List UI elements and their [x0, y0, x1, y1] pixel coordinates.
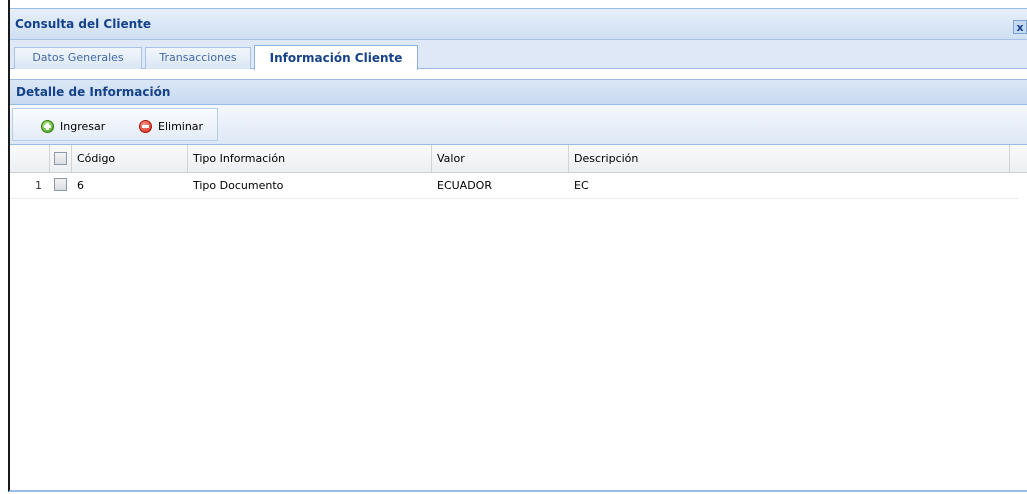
row-checkbox[interactable] — [54, 178, 67, 191]
select-all-checkbox[interactable] — [54, 152, 67, 165]
window-title: Consulta del Cliente — [15, 17, 152, 31]
remove-circle-icon — [139, 119, 152, 133]
client-query-window: Consulta del Cliente Datos Generales Tra… — [8, 0, 1027, 492]
cell-tipo-informacion: Tipo Documento — [193, 179, 284, 192]
panel-title: Detalle de Información — [16, 85, 171, 99]
panel-header: Detalle de Información — [10, 79, 1027, 105]
tab-transacciones[interactable]: Transacciones — [145, 47, 251, 69]
window-titlebar: Consulta del Cliente — [10, 8, 1027, 40]
add-button[interactable]: Ingresar — [41, 117, 105, 135]
cell-descripcion: EC — [574, 179, 589, 192]
grid-body — [10, 173, 1027, 490]
toolbar-button-group: Ingresar Eliminar — [12, 108, 218, 141]
grid-header: Código Tipo Información Valor Descripció… — [10, 145, 1027, 173]
column-header-valor[interactable]: Valor — [432, 145, 569, 172]
tab-datos-generales[interactable]: Datos Generales — [14, 47, 142, 69]
add-button-label: Ingresar — [60, 119, 106, 133]
column-header-codigo[interactable]: Código — [72, 145, 188, 172]
delete-button-label: Eliminar — [158, 119, 204, 133]
delete-button[interactable]: Eliminar — [139, 117, 203, 135]
table-row[interactable]: 1 6 Tipo Documento ECUADOR EC — [10, 173, 1019, 199]
rownumber-header — [10, 145, 50, 172]
column-header-tipo-informacion[interactable]: Tipo Información — [188, 145, 432, 172]
cell-codigo: 6 — [77, 179, 84, 192]
toolbar: Ingresar Eliminar — [10, 105, 1027, 145]
tab-informacion-cliente[interactable]: Información Cliente — [254, 45, 418, 70]
cell-valor: ECUADOR — [437, 179, 492, 192]
add-circle-icon — [41, 119, 54, 133]
select-all-header — [50, 145, 72, 172]
row-number: 1 — [35, 179, 42, 192]
close-icon[interactable]: x — [1013, 20, 1027, 34]
column-header-descripcion[interactable]: Descripción — [569, 145, 1010, 172]
tab-strip: Datos Generales Transacciones Informació… — [10, 40, 1027, 70]
